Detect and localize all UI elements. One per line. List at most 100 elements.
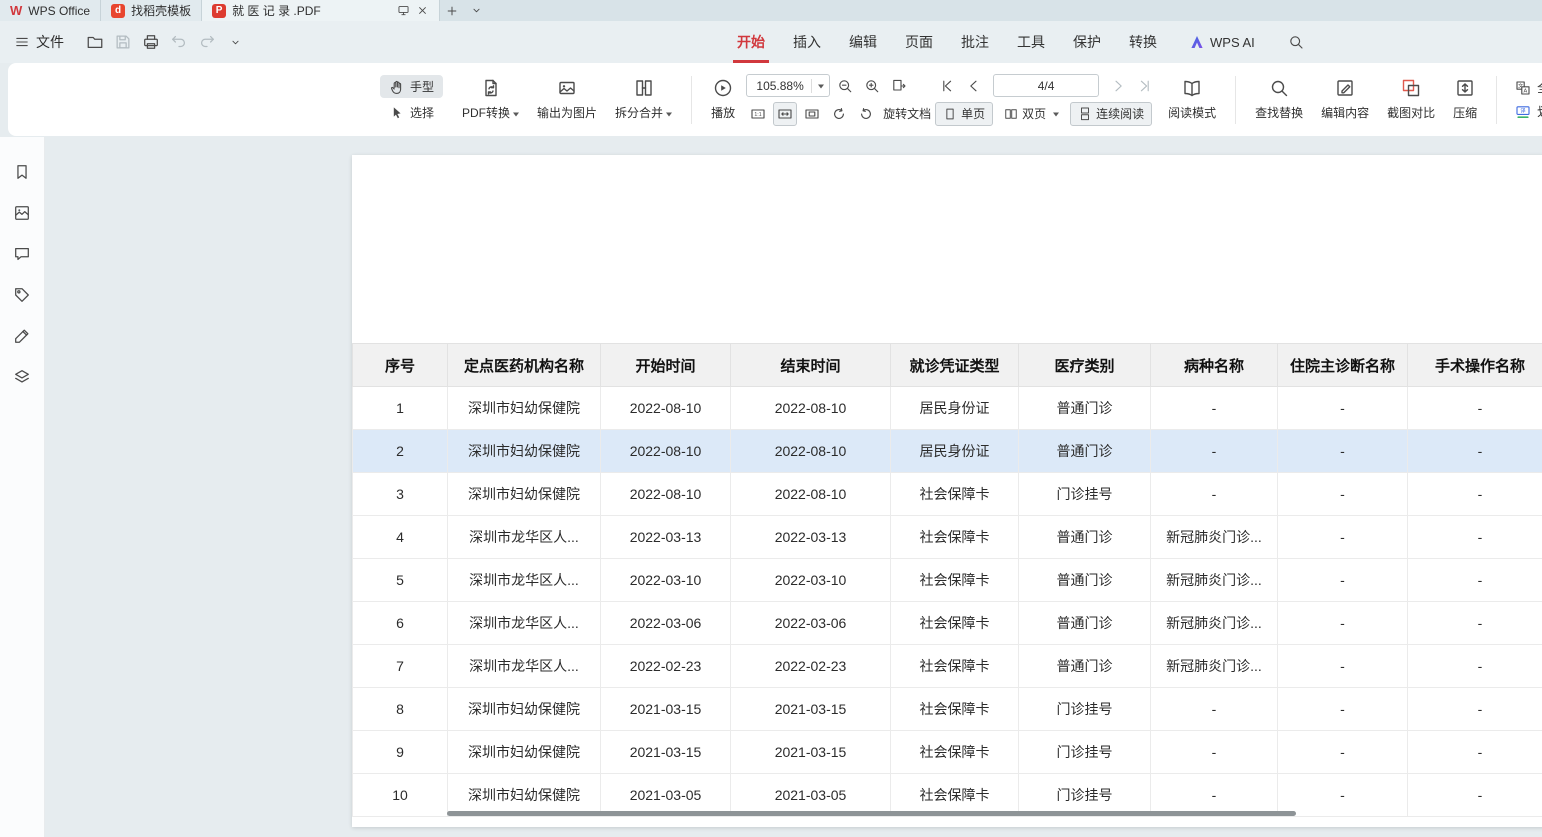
select-tool-button[interactable]: 选择 [380, 101, 443, 124]
table-cell: - [1408, 473, 1542, 516]
compress-button[interactable]: 压缩 [1444, 76, 1486, 123]
table-cell: 2022-03-13 [731, 516, 891, 559]
tab-document[interactable]: P 就 医 记 录 .PDF [202, 0, 440, 21]
redo-icon [198, 33, 216, 51]
split-merge-button[interactable]: 拆分合并 [606, 76, 681, 123]
table-cell: 普通门诊 [1019, 430, 1151, 473]
single-page-label: 单页 [961, 105, 985, 122]
zoom-level-combobox[interactable]: 105.88% [746, 74, 830, 97]
print-button[interactable] [138, 29, 164, 55]
save-icon [114, 33, 132, 51]
pdf-convert-button[interactable]: PDF转换 [453, 76, 528, 123]
actual-size-button[interactable]: 1:1 [746, 102, 770, 126]
split-merge-label: 拆分合并 [615, 104, 672, 121]
table-cell: 4 [353, 516, 448, 559]
ribbon-tab-home[interactable]: 开始 [737, 21, 765, 63]
ribbon-tab-insert[interactable]: 插入 [793, 21, 821, 63]
table-cell: - [1151, 430, 1278, 473]
new-tab-button[interactable] [440, 0, 464, 21]
column-header: 就诊凭证类型 [891, 344, 1019, 387]
thumbnails-panel-button[interactable] [9, 200, 35, 226]
medical-records-table: 序号定点医药机构名称开始时间结束时间就诊凭证类型医疗类别病种名称住院主诊断名称手… [352, 343, 1542, 817]
full-translate-button[interactable]: 文A 全文翻译 [1515, 79, 1542, 96]
comments-panel-button[interactable] [9, 241, 35, 267]
table-cell: - [1408, 731, 1542, 774]
wps-ai-button[interactable]: WPS AI [1189, 34, 1255, 50]
table-cell: 2022-03-10 [731, 559, 891, 602]
horizontal-scrollbar-thumb[interactable] [447, 811, 1296, 816]
ribbon-tab-comment[interactable]: 批注 [961, 21, 989, 63]
rotate-document-button[interactable]: 旋转文档 [883, 105, 931, 122]
close-tab-icon[interactable] [416, 4, 429, 17]
rotate-right-button[interactable] [854, 102, 878, 126]
ribbon-tab-page[interactable]: 页面 [905, 21, 933, 63]
single-page-button[interactable]: 单页 [935, 102, 993, 126]
table-row: 7深圳市龙华区人...2022-02-232022-02-23社会保障卡普通门诊… [353, 645, 1542, 688]
ribbon-tab-convert[interactable]: 转换 [1129, 21, 1157, 63]
redo-button[interactable] [194, 29, 220, 55]
hand-tool-button[interactable]: 手型 [380, 75, 443, 98]
table-cell: 社会保障卡 [891, 688, 1019, 731]
first-page-button[interactable] [935, 74, 959, 98]
continuous-reading-label: 连续阅读 [1096, 105, 1144, 122]
previous-page-button[interactable] [962, 74, 986, 98]
bookmarks-panel-button[interactable] [9, 159, 35, 185]
last-page-button[interactable] [1133, 74, 1157, 98]
next-page-icon [1110, 78, 1126, 94]
hamburger-icon [14, 34, 30, 50]
fit-page-button[interactable] [800, 102, 824, 126]
read-mode-button[interactable]: 阅读模式 [1159, 76, 1225, 123]
print-icon [142, 33, 160, 51]
table-cell: 普通门诊 [1019, 645, 1151, 688]
double-page-button[interactable]: 双页 [996, 102, 1067, 126]
book-icon [1182, 78, 1202, 98]
zoom-in-button[interactable] [860, 74, 884, 98]
chevron-down-icon [470, 4, 483, 17]
fit-width-button[interactable] [773, 102, 797, 126]
ribbon-tab-edit[interactable]: 编辑 [849, 21, 877, 63]
tab-docer-template[interactable]: d 找稻壳模板 [101, 0, 202, 21]
ribbon-tabs: 开始 插入 编辑 页面 批注 工具 保护 转换 WPS AI [737, 21, 1311, 63]
open-file-button[interactable] [82, 29, 108, 55]
fit-window-button[interactable] [887, 74, 911, 98]
split-merge-icon [634, 78, 654, 98]
table-cell: - [1151, 688, 1278, 731]
tab-wps-label: WPS Office [28, 4, 90, 18]
screenshot-compare-button[interactable]: 截图对比 [1378, 76, 1444, 123]
find-replace-button[interactable]: 查找替换 [1246, 76, 1312, 123]
file-menu[interactable]: 文件 [14, 32, 64, 52]
zoom-out-button[interactable] [833, 74, 857, 98]
left-sidebar [0, 137, 45, 837]
document-area[interactable]: 序号定点医药机构名称开始时间结束时间就诊凭证类型医疗类别病种名称住院主诊断名称手… [45, 137, 1542, 837]
layers-panel-button[interactable] [9, 364, 35, 390]
continuous-reading-button[interactable]: 连续阅读 [1070, 102, 1152, 126]
column-header: 开始时间 [601, 344, 731, 387]
table-cell: 9 [353, 731, 448, 774]
export-image-button[interactable]: 输出为图片 [528, 76, 606, 123]
table-cell: 2022-08-10 [601, 473, 731, 516]
table-cell: - [1278, 602, 1408, 645]
word-translate-label: 划词翻译 [1537, 103, 1542, 120]
tags-panel-button[interactable] [9, 282, 35, 308]
rotate-left-button[interactable] [827, 102, 851, 126]
translate-group: 文A 全文翻译 译 划词翻译 [1515, 79, 1542, 120]
dropdown-caret [1053, 113, 1059, 120]
page-number-box[interactable]: 4/4 [993, 74, 1099, 97]
play-label: 播放 [711, 104, 735, 121]
edit-content-button[interactable]: 编辑内容 [1312, 76, 1378, 123]
ribbon-tab-tools[interactable]: 工具 [1017, 21, 1045, 63]
menu-bar: 文件 开始 插入 编辑 页面 批注 工具 保护 转换 WPS AI [0, 21, 1542, 63]
save-button[interactable] [110, 29, 136, 55]
quickbar-dropdown[interactable] [222, 29, 248, 55]
tab-wps-office[interactable]: W WPS Office [0, 0, 101, 21]
annotation-panel-button[interactable] [9, 323, 35, 349]
undo-button[interactable] [166, 29, 192, 55]
table-cell: 2021-03-15 [731, 688, 891, 731]
next-page-button[interactable] [1106, 74, 1130, 98]
tab-list-dropdown[interactable] [464, 0, 488, 21]
play-button[interactable]: 播放 [702, 76, 744, 123]
ribbon-tab-protect[interactable]: 保护 [1073, 21, 1101, 63]
table-cell: 深圳市龙华区人... [448, 602, 601, 645]
word-translate-button[interactable]: 译 划词翻译 [1515, 103, 1542, 120]
ribbon-search-button[interactable] [1283, 29, 1309, 55]
